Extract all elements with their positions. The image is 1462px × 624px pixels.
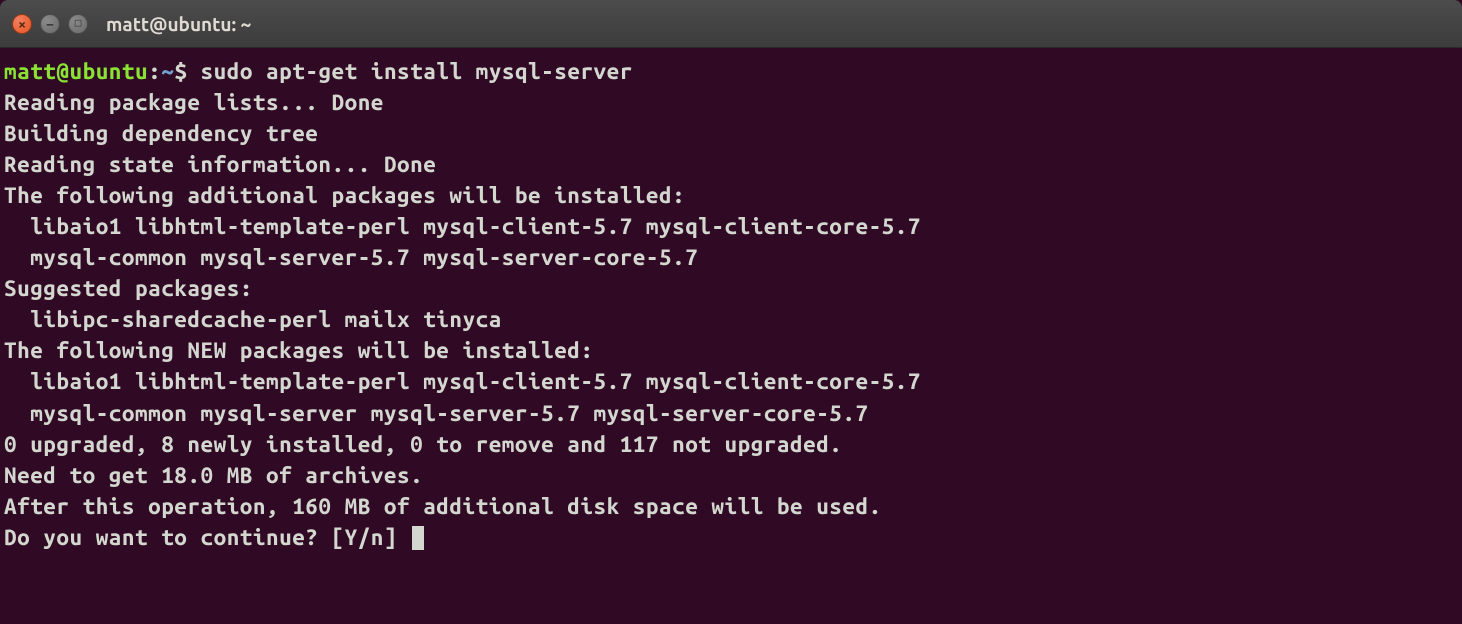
command-text: sudo apt-get install mysql-server: [201, 59, 633, 84]
output-line: libaio1 libhtml-template-perl mysql-clie…: [4, 369, 921, 394]
output-line: Suggested packages:: [4, 276, 253, 301]
window-controls: [12, 14, 88, 34]
cursor: [412, 526, 424, 550]
titlebar: matt@ubuntu: ~: [0, 0, 1462, 48]
prompt-dollar: $: [174, 59, 187, 84]
output-line: The following NEW packages will be insta…: [4, 338, 594, 363]
terminal-content[interactable]: matt@ubuntu:~$ sudo apt-get install mysq…: [0, 48, 1462, 561]
output-line: After this operation, 160 MB of addition…: [4, 494, 882, 519]
window-title: matt@ubuntu: ~: [106, 13, 251, 35]
minimize-button[interactable]: [40, 14, 60, 34]
output-line: mysql-common mysql-server-5.7 mysql-serv…: [4, 245, 698, 270]
output-line: Reading state information... Done: [4, 152, 436, 177]
output-prompt: Do you want to continue? [Y/n]: [4, 525, 410, 550]
output-line: The following additional packages will b…: [4, 183, 685, 208]
maximize-button[interactable]: [68, 14, 88, 34]
output-line: libipc-sharedcache-perl mailx tinyca: [4, 307, 502, 332]
prompt-userhost: matt@ubuntu: [4, 59, 148, 84]
output-line: Building dependency tree: [4, 121, 318, 146]
close-button[interactable]: [12, 14, 32, 34]
prompt-path: ~: [161, 59, 174, 84]
output-line: 0 upgraded, 8 newly installed, 0 to remo…: [4, 432, 842, 457]
output-line: libaio1 libhtml-template-perl mysql-clie…: [4, 214, 921, 239]
terminal-window: matt@ubuntu: ~ matt@ubuntu:~$ sudo apt-g…: [0, 0, 1462, 624]
output-line: Need to get 18.0 MB of archives.: [4, 463, 423, 488]
output-line: mysql-common mysql-server mysql-server-5…: [4, 401, 869, 426]
output-line: Reading package lists... Done: [4, 90, 384, 115]
prompt-colon: :: [148, 59, 161, 84]
